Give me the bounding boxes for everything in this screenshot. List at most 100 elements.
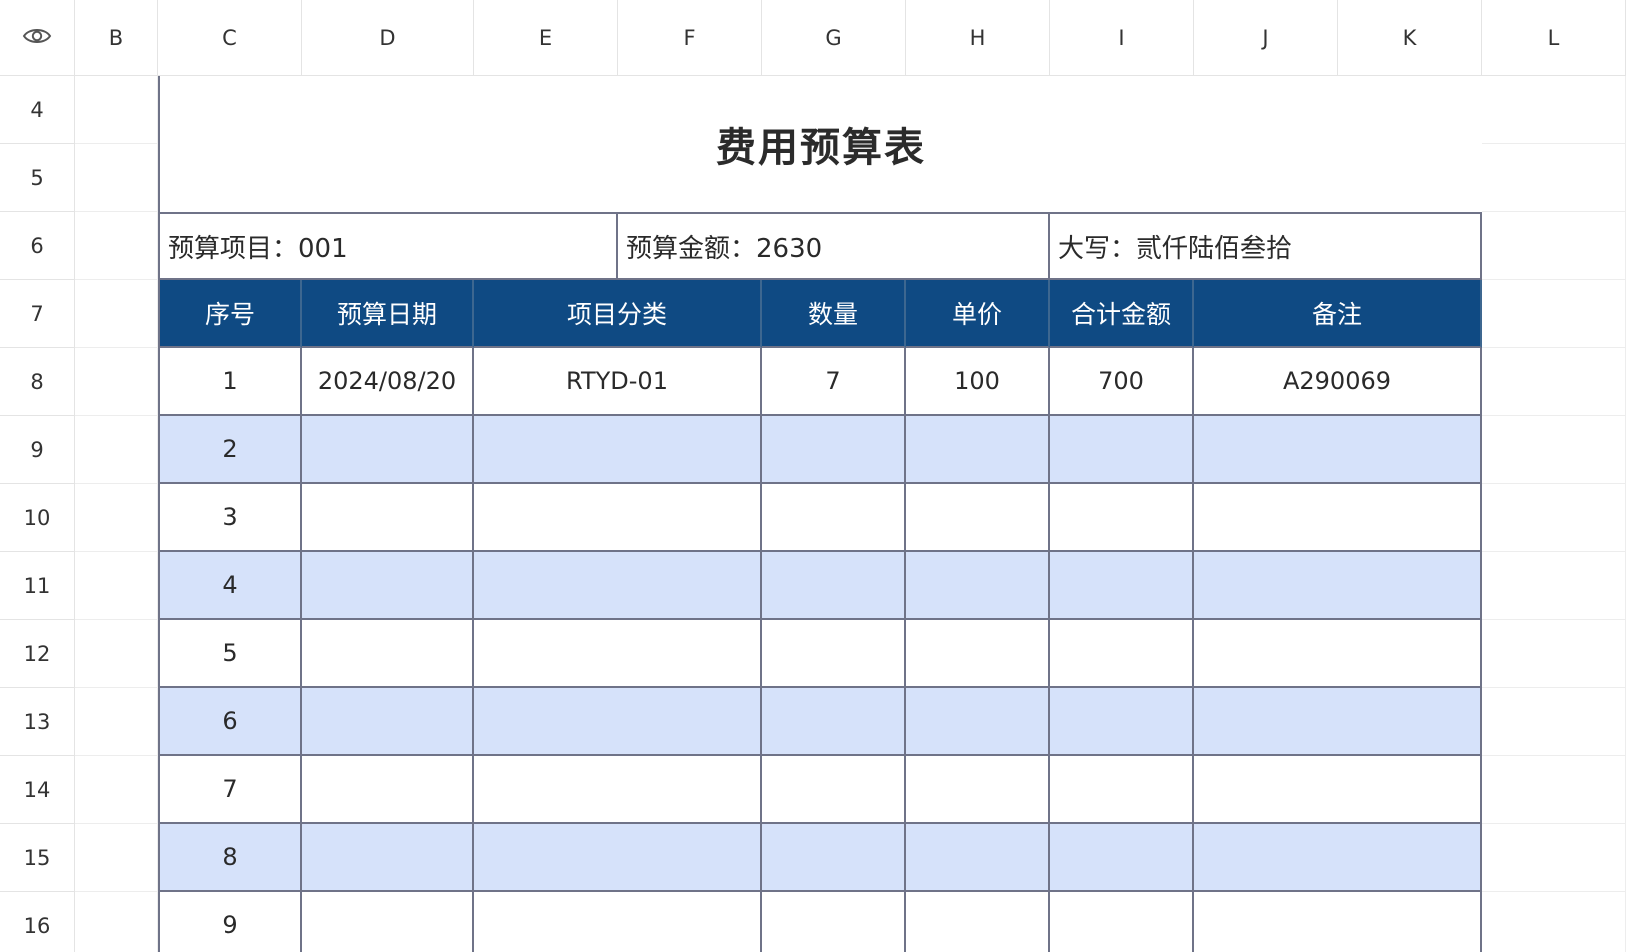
header-serial[interactable]: 序号 — [158, 280, 302, 348]
table-cell[interactable] — [906, 824, 1050, 892]
corner-cell[interactable] — [0, 0, 75, 76]
table-cell[interactable] — [302, 552, 474, 620]
table-cell[interactable]: 8 — [158, 824, 302, 892]
table-cell[interactable] — [906, 688, 1050, 756]
table-cell[interactable] — [906, 756, 1050, 824]
table-cell[interactable]: A290069 — [1194, 348, 1482, 416]
grid-cell[interactable] — [75, 824, 158, 892]
table-cell[interactable] — [906, 552, 1050, 620]
header-date[interactable]: 预算日期 — [302, 280, 474, 348]
table-cell[interactable] — [906, 892, 1050, 952]
column-header[interactable]: E — [474, 0, 618, 76]
table-cell[interactable]: 6 — [158, 688, 302, 756]
table-cell[interactable]: 3 — [158, 484, 302, 552]
column-header[interactable]: G — [762, 0, 906, 76]
table-cell[interactable] — [1194, 416, 1482, 484]
table-cell[interactable]: RTYD-01 — [474, 348, 762, 416]
table-cell[interactable] — [1050, 620, 1194, 688]
table-cell[interactable] — [302, 824, 474, 892]
table-cell[interactable] — [762, 824, 906, 892]
column-header[interactable]: B — [75, 0, 158, 76]
table-cell[interactable] — [762, 688, 906, 756]
header-quantity[interactable]: 数量 — [762, 280, 906, 348]
row-header[interactable]: 7 — [0, 280, 75, 348]
row-header[interactable]: 15 — [0, 824, 75, 892]
grid-cell[interactable] — [1482, 688, 1626, 756]
grid-cell[interactable] — [75, 620, 158, 688]
grid-cell[interactable] — [1482, 416, 1626, 484]
table-cell[interactable] — [762, 552, 906, 620]
grid-cell[interactable] — [1482, 212, 1626, 280]
table-cell[interactable]: 7 — [762, 348, 906, 416]
table-cell[interactable]: 5 — [158, 620, 302, 688]
grid-cell[interactable] — [75, 552, 158, 620]
table-cell[interactable]: 9 — [158, 892, 302, 952]
grid-cell[interactable] — [75, 144, 158, 212]
table-cell[interactable] — [474, 416, 762, 484]
grid-cell[interactable] — [75, 416, 158, 484]
grid-cell[interactable] — [1482, 620, 1626, 688]
table-cell[interactable] — [302, 484, 474, 552]
table-cell[interactable] — [906, 416, 1050, 484]
table-cell[interactable]: 2024/08/20 — [302, 348, 474, 416]
table-cell[interactable] — [474, 688, 762, 756]
table-cell[interactable] — [474, 892, 762, 952]
column-header[interactable]: J — [1194, 0, 1338, 76]
column-header[interactable]: D — [302, 0, 474, 76]
grid-cell[interactable] — [1482, 144, 1626, 212]
table-cell[interactable]: 1 — [158, 348, 302, 416]
row-header[interactable]: 5 — [0, 144, 75, 212]
row-header[interactable]: 4 — [0, 76, 75, 144]
budget-amount-cell[interactable]: 预算金额：2630 — [618, 212, 1050, 280]
grid-cell[interactable] — [75, 484, 158, 552]
header-category[interactable]: 项目分类 — [474, 280, 762, 348]
row-header[interactable]: 11 — [0, 552, 75, 620]
grid-cell[interactable] — [75, 892, 158, 952]
table-cell[interactable] — [762, 484, 906, 552]
table-cell[interactable]: 7 — [158, 756, 302, 824]
table-cell[interactable] — [762, 892, 906, 952]
table-cell[interactable] — [1194, 552, 1482, 620]
table-cell[interactable] — [1050, 552, 1194, 620]
table-cell[interactable] — [474, 552, 762, 620]
table-cell[interactable] — [1050, 688, 1194, 756]
grid-cell[interactable] — [75, 76, 158, 144]
table-cell[interactable] — [906, 484, 1050, 552]
row-header[interactable]: 9 — [0, 416, 75, 484]
header-total[interactable]: 合计金额 — [1050, 280, 1194, 348]
grid-cell[interactable] — [75, 212, 158, 280]
header-remark[interactable]: 备注 — [1194, 280, 1482, 348]
row-header[interactable]: 6 — [0, 212, 75, 280]
grid-cell[interactable] — [75, 688, 158, 756]
table-cell[interactable] — [474, 824, 762, 892]
grid-cell[interactable] — [75, 756, 158, 824]
table-cell[interactable]: 2 — [158, 416, 302, 484]
grid-cell[interactable] — [1482, 756, 1626, 824]
row-header[interactable]: 13 — [0, 688, 75, 756]
table-cell[interactable] — [1050, 484, 1194, 552]
row-header[interactable]: 10 — [0, 484, 75, 552]
table-cell[interactable] — [302, 416, 474, 484]
table-cell[interactable] — [1194, 484, 1482, 552]
column-header[interactable]: I — [1050, 0, 1194, 76]
row-header[interactable]: 14 — [0, 756, 75, 824]
table-cell[interactable] — [1050, 416, 1194, 484]
eye-icon[interactable] — [22, 25, 52, 51]
table-cell[interactable]: 100 — [906, 348, 1050, 416]
grid-cell[interactable] — [1482, 824, 1626, 892]
grid-cell[interactable] — [75, 348, 158, 416]
table-cell[interactable] — [1194, 824, 1482, 892]
column-header[interactable]: C — [158, 0, 302, 76]
table-cell[interactable] — [302, 892, 474, 952]
row-header[interactable]: 8 — [0, 348, 75, 416]
table-cell[interactable] — [1050, 756, 1194, 824]
column-header[interactable]: F — [618, 0, 762, 76]
table-cell[interactable] — [762, 416, 906, 484]
amount-uppercase-cell[interactable]: 大写：贰仟陆佰叁拾 — [1050, 212, 1482, 280]
table-cell[interactable] — [1194, 756, 1482, 824]
table-cell[interactable] — [474, 484, 762, 552]
table-cell[interactable] — [762, 620, 906, 688]
table-cell[interactable] — [474, 756, 762, 824]
table-cell[interactable] — [302, 620, 474, 688]
table-cell[interactable]: 4 — [158, 552, 302, 620]
